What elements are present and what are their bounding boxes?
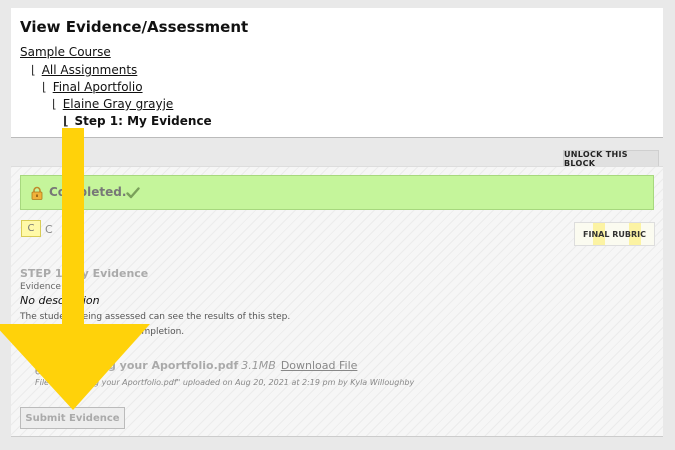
completed-status-text: Completed. [49, 185, 127, 199]
lock-notice: This step is locked upon completion. [20, 327, 185, 337]
step-description: No description [20, 294, 100, 307]
breadcrumb-separator: ⌊ [52, 97, 57, 111]
upload-info: File "Submitting your Aportfolio.pdf" up… [35, 378, 415, 387]
file-name: Submitting your Aportfolio.pdf [47, 359, 239, 372]
page-title: View Evidence/Assessment [20, 18, 249, 36]
paperclip-icon [35, 364, 41, 375]
breadcrumb-link-course[interactable]: Sample Course [20, 45, 111, 59]
check-icon [126, 187, 140, 199]
evidence-label: Evidence [20, 282, 61, 292]
final-rubric-label: FINAL RUBRIC [583, 229, 646, 239]
breadcrumb-link-assignments[interactable]: All Assignments [42, 63, 138, 77]
breadcrumb-item-portfolio: ⌊ Final Aportfolio [42, 80, 143, 94]
breadcrumb-link-portfolio[interactable]: Final Aportfolio [53, 80, 143, 94]
breadcrumb-item-assignments: ⌊ All Assignments [31, 63, 137, 77]
step-content-panel: Completed. C C FINAL RUBRIC STEP 1: My E… [11, 166, 663, 437]
breadcrumb-panel: View Evidence/Assessment Sample Course ⌊… [11, 8, 663, 138]
breadcrumb-item-course: Sample Course [20, 45, 111, 59]
lock-icon [31, 186, 43, 200]
grade-badge: C [21, 220, 41, 237]
breadcrumb-item-student: ⌊ Elaine Gray grayje [52, 97, 173, 111]
step-heading: STEP 1: My Evidence [20, 267, 149, 280]
download-file-link[interactable]: Download File [281, 359, 358, 372]
grade-label: C [45, 223, 53, 236]
submit-evidence-button[interactable]: Submit Evidence [20, 407, 125, 429]
breadcrumb-separator: ⌊ [63, 114, 69, 128]
breadcrumb-item-current-step: ⌊ Step 1: My Evidence [63, 114, 212, 128]
breadcrumb-separator: ⌊ [42, 80, 47, 94]
visibility-notice: The student being assessed can see the r… [20, 312, 291, 322]
file-size: 3.1MB [241, 359, 276, 372]
file-entry: Submitting your Aportfolio.pdf 3.1MB Downl… [47, 359, 357, 372]
breadcrumb-current-label: Step 1: My Evidence [74, 114, 212, 128]
breadcrumb-separator: ⌊ [31, 63, 36, 77]
completed-status-bar: Completed. [20, 175, 654, 210]
evidence-subheading: Evidence [20, 342, 71, 353]
final-rubric-button[interactable]: FINAL RUBRIC [574, 222, 655, 246]
breadcrumb-link-student[interactable]: Elaine Gray grayje [63, 97, 174, 111]
